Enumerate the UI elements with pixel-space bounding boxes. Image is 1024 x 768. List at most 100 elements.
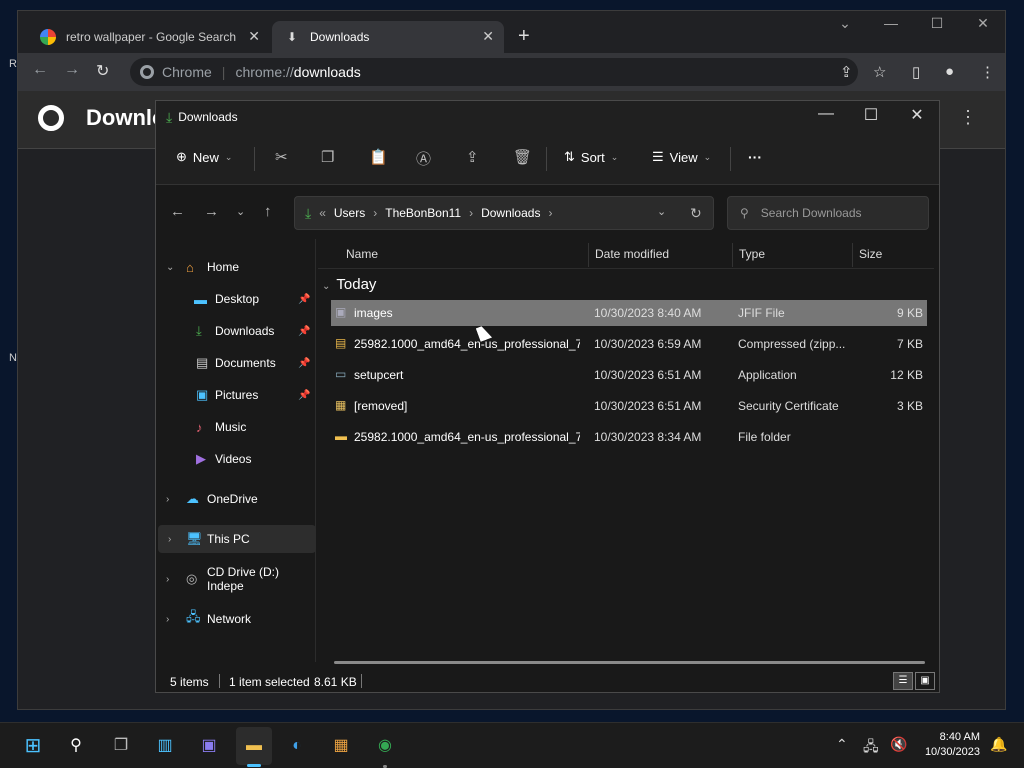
chevron-down-icon[interactable]: ⌄	[166, 262, 174, 273]
file-row[interactable]: ▬ 25982.1000_amd64_en-us_professional_7.…	[331, 424, 927, 450]
nav-item-network[interactable]: › 🖧 Network	[156, 605, 314, 633]
column-divider[interactable]	[852, 243, 853, 267]
overflow-icon[interactable]: «	[319, 206, 326, 220]
menu-icon[interactable]: ⋮	[980, 63, 995, 81]
chevron-right-icon[interactable]: ›	[469, 206, 473, 220]
file-date: 10/30/2023 6:51 AM	[594, 368, 702, 382]
chrome-icon[interactable]: ◉	[372, 733, 398, 759]
task-view-icon[interactable]: ❐	[108, 733, 134, 759]
file-row[interactable]: ▭ setupcert 10/30/2023 6:51 AM Applicati…	[331, 362, 927, 388]
search-icon[interactable]: ⚲	[63, 733, 89, 759]
edge-icon[interactable]: ◐	[284, 733, 310, 759]
new-tab-icon[interactable]: +	[518, 25, 530, 48]
cd-drive-icon: ◎	[186, 571, 198, 586]
show-hidden-icons-icon[interactable]: ⌃	[836, 736, 848, 753]
file-date: 10/30/2023 6:59 AM	[594, 337, 702, 351]
tab-search-icon[interactable]: ⌄	[822, 15, 868, 32]
network-icon[interactable]: 🖧	[863, 736, 879, 760]
file-row[interactable]: ▦ [removed] 10/30/2023 6:51 AM Security …	[331, 393, 927, 419]
share-icon[interactable]: ⇪	[466, 148, 479, 166]
omnibox[interactable]: Chrome | chrome:// downloads	[130, 58, 858, 86]
up-icon[interactable]: ↑	[264, 203, 272, 220]
nav-item-home[interactable]: ⌄ ⌂ Home	[156, 253, 314, 281]
nav-item-this-pc[interactable]: › 🖥 This PC	[158, 525, 316, 553]
more-options-icon[interactable]: ⋮	[959, 107, 977, 128]
desktop-icon-label[interactable]: N	[9, 352, 17, 364]
reload-icon[interactable]: ↻	[96, 61, 109, 81]
group-header-today[interactable]: ⌄ Today	[322, 276, 376, 293]
maximize-icon[interactable]: ☐	[914, 15, 960, 32]
chevron-right-icon[interactable]: ›	[168, 534, 171, 545]
nav-item-documents[interactable]: ▤ Documents 📌	[156, 349, 314, 377]
widgets-icon[interactable]: ▥	[152, 733, 178, 759]
chevron-right-icon[interactable]: ›	[166, 494, 169, 505]
nav-item-videos[interactable]: ▶ Videos	[156, 445, 314, 473]
column-size[interactable]: Size	[859, 247, 882, 261]
forward-icon[interactable]: →	[64, 61, 80, 79]
back-icon[interactable]: ←	[170, 203, 185, 220]
volume-muted-icon[interactable]: 🔇	[890, 736, 907, 753]
side-panel-icon[interactable]: ▯	[912, 63, 920, 81]
breadcrumb[interactable]: ⤓ « Users › TheBonBon11 › Downloads › ⌄ …	[294, 196, 714, 230]
new-button[interactable]: ⊕ New ⌄	[176, 149, 232, 165]
column-type[interactable]: Type	[739, 247, 765, 261]
file-row[interactable]: ▣ images 10/30/2023 8:40 AM JFIF File 9 …	[331, 300, 927, 326]
chevron-right-icon[interactable]: ›	[166, 574, 169, 585]
nav-item-onedrive[interactable]: › ☁ OneDrive	[156, 485, 314, 513]
clock[interactable]: 8:40 AM 10/30/2023	[918, 730, 980, 760]
file-row[interactable]: ▤ 25982.1000_amd64_en-us_professional_7.…	[331, 331, 927, 357]
breadcrumb-item[interactable]: Downloads	[481, 206, 540, 220]
pictures-icon: ▣	[196, 387, 209, 402]
nav-item-pictures[interactable]: ▣ Pictures 📌	[156, 381, 314, 409]
breadcrumb-item[interactable]: TheBonBon11	[385, 206, 461, 220]
nav-item-desktop[interactable]: ▬ Desktop 📌	[156, 285, 314, 313]
tiles-view-icon[interactable]: ▣	[915, 672, 935, 690]
chevron-down-icon[interactable]: ⌄	[322, 281, 330, 292]
column-date-modified[interactable]: Date modified	[595, 247, 669, 261]
horizontal-scrollbar[interactable]	[334, 661, 925, 664]
share-icon[interactable]: ⇪	[840, 63, 853, 81]
store-icon[interactable]: ▦	[328, 733, 354, 759]
address-dropdown-icon[interactable]: ⌄	[657, 205, 666, 218]
minimize-icon[interactable]: —	[803, 105, 849, 123]
copy-icon[interactable]: ❐	[321, 148, 334, 166]
close-icon[interactable]: ✕	[894, 105, 940, 125]
column-divider[interactable]	[732, 243, 733, 267]
nav-item-cd-drive[interactable]: › ◎ CD Drive (D:) Indepe	[156, 565, 314, 593]
minimize-icon[interactable]: —	[868, 15, 914, 31]
teams-chat-icon[interactable]: ▣	[196, 733, 222, 759]
nav-item-music[interactable]: ♪ Music	[156, 413, 314, 441]
chevron-right-icon[interactable]: ›	[548, 206, 552, 220]
maximize-icon[interactable]: ☐	[848, 105, 894, 125]
delete-icon[interactable]: 🗑	[513, 148, 532, 166]
tab-google-search[interactable]: retro wallpaper - Google Search ✕	[28, 21, 270, 53]
search-input[interactable]: ⚲ Search Downloads	[727, 196, 929, 230]
more-button[interactable]: ···	[748, 149, 762, 165]
refresh-icon[interactable]: ↻	[690, 205, 702, 222]
close-window-icon[interactable]: ✕	[960, 15, 1006, 32]
url-prefix: chrome://	[235, 64, 294, 80]
bookmark-star-icon[interactable]: ☆	[873, 63, 886, 81]
close-tab-icon[interactable]: ✕	[482, 28, 494, 45]
chevron-right-icon[interactable]: ›	[166, 614, 169, 625]
notifications-icon[interactable]: 🔔	[990, 736, 1007, 753]
column-name[interactable]: Name	[346, 247, 378, 261]
chevron-right-icon[interactable]: ›	[373, 206, 377, 220]
recent-locations-icon[interactable]: ⌄	[236, 205, 245, 218]
sort-button[interactable]: ⇅ Sort ⌄	[564, 149, 618, 165]
nav-item-downloads[interactable]: ⤓ Downloads 📌	[156, 317, 314, 345]
tab-downloads[interactable]: ⬇ Downloads ✕	[272, 21, 504, 53]
rename-icon[interactable]: Ⓐ	[416, 148, 431, 169]
cut-icon[interactable]: ✂	[275, 148, 288, 166]
close-tab-icon[interactable]: ✕	[248, 28, 260, 45]
back-icon[interactable]: ←	[32, 61, 48, 79]
file-explorer-icon[interactable]: ▬	[241, 733, 267, 759]
details-view-icon[interactable]: ☰	[893, 672, 913, 690]
profile-icon[interactable]: ●	[945, 63, 954, 80]
paste-icon[interactable]: 📋	[369, 148, 388, 166]
view-button[interactable]: ☰ View ⌄	[652, 149, 711, 165]
forward-icon[interactable]: →	[204, 203, 219, 220]
start-icon[interactable]: ⊞	[20, 733, 46, 759]
breadcrumb-item[interactable]: Users	[334, 206, 365, 220]
column-divider[interactable]	[588, 243, 589, 267]
